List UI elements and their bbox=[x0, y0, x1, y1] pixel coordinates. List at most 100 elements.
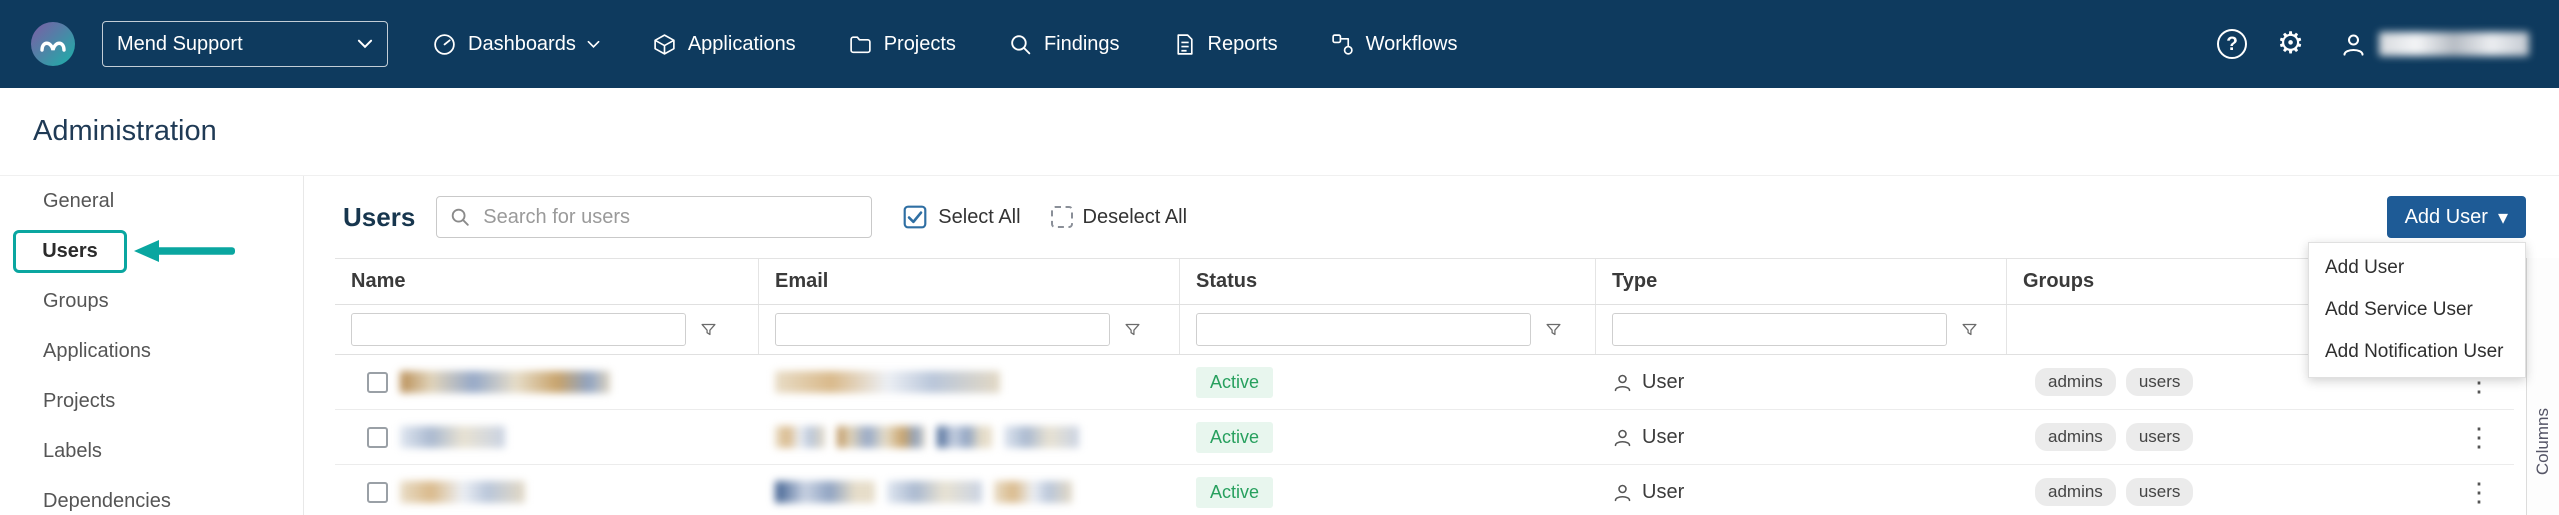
search-icon bbox=[449, 206, 471, 228]
sidebar-item-applications[interactable]: Applications bbox=[0, 326, 303, 376]
redacted-email bbox=[1004, 426, 1079, 448]
sidebar-item-label: Dependencies bbox=[43, 490, 171, 513]
nav-label: Dashboards bbox=[468, 33, 576, 56]
column-header-type[interactable]: Type bbox=[1596, 259, 2007, 304]
nav-item-dashboards[interactable]: Dashboards bbox=[432, 32, 600, 57]
filter-funnel-icon[interactable] bbox=[1961, 321, 1978, 338]
nav-item-workflows[interactable]: Workflows bbox=[1330, 32, 1458, 57]
select-all-label: Select All bbox=[938, 206, 1020, 229]
redacted-name bbox=[400, 481, 525, 503]
sidebar-item-label: Labels bbox=[43, 440, 102, 463]
nav-item-findings[interactable]: Findings bbox=[1008, 32, 1120, 57]
sidebar-item-general[interactable]: General bbox=[0, 176, 303, 226]
redacted-name bbox=[400, 371, 610, 393]
deselect-all-control[interactable]: Deselect All bbox=[1051, 206, 1188, 229]
nav-item-applications[interactable]: Applications bbox=[652, 32, 796, 57]
organization-name: Mend Support bbox=[117, 33, 243, 56]
redacted-username bbox=[2379, 32, 2529, 56]
column-header-status[interactable]: Status bbox=[1180, 259, 1596, 304]
user-type-icon bbox=[1612, 427, 1633, 448]
caret-down-icon: ▾ bbox=[2498, 205, 2508, 230]
workflow-icon bbox=[1330, 32, 1355, 57]
table-filter-row bbox=[335, 305, 2514, 355]
user-menu[interactable] bbox=[2340, 31, 2529, 58]
add-user-menu: Add User Add Service User Add Notificati… bbox=[2308, 242, 2526, 378]
filter-funnel-icon[interactable] bbox=[1124, 321, 1141, 338]
content-area: General Users Groups Applications Projec… bbox=[0, 176, 2559, 515]
email-filter-input[interactable] bbox=[775, 313, 1110, 346]
table-row: Active User admins users ⋮ bbox=[335, 355, 2514, 410]
users-table: Name Email Status Type Groups bbox=[335, 258, 2514, 515]
user-type-icon bbox=[1612, 372, 1633, 393]
nav-label: Findings bbox=[1044, 33, 1120, 56]
row-kebab-menu-icon[interactable]: ⋮ bbox=[2466, 479, 2492, 505]
sidebar-item-label: Projects bbox=[43, 390, 115, 413]
annotation-arrow-icon bbox=[132, 237, 237, 265]
menu-item-add-user[interactable]: Add User bbox=[2309, 247, 2525, 289]
type-filter-input[interactable] bbox=[1612, 313, 1947, 346]
sidebar-item-label: Groups bbox=[43, 290, 109, 313]
status-filter-input[interactable] bbox=[1196, 313, 1531, 346]
menu-item-add-notification-user[interactable]: Add Notification User bbox=[2309, 331, 2525, 373]
sidebar-item-groups[interactable]: Groups bbox=[0, 276, 303, 326]
admin-sidebar: General Users Groups Applications Projec… bbox=[0, 176, 304, 515]
group-badge: users bbox=[2126, 478, 2194, 506]
redacted-email bbox=[887, 481, 982, 503]
column-header-email[interactable]: Email bbox=[759, 259, 1180, 304]
nav-item-reports[interactable]: Reports bbox=[1172, 32, 1278, 57]
users-toolbar: Users Select All Deselect All bbox=[304, 176, 2559, 258]
organization-selector[interactable]: Mend Support bbox=[102, 21, 388, 67]
name-filter-input[interactable] bbox=[351, 313, 686, 346]
redacted-email bbox=[937, 426, 992, 448]
row-checkbox[interactable] bbox=[367, 427, 388, 448]
user-type-label: User bbox=[1642, 426, 1684, 449]
status-badge: Active bbox=[1196, 477, 1273, 508]
redacted-email bbox=[775, 481, 875, 503]
search-input[interactable] bbox=[436, 196, 872, 238]
help-icon[interactable]: ? bbox=[2217, 29, 2247, 59]
person-icon bbox=[2340, 31, 2367, 58]
sidebar-item-label: General bbox=[43, 190, 114, 213]
group-badge: users bbox=[2126, 368, 2194, 396]
settings-gear-icon[interactable]: ⚙ bbox=[2277, 29, 2304, 59]
cube-icon bbox=[652, 32, 677, 57]
row-kebab-menu-icon[interactable]: ⋮ bbox=[2466, 424, 2492, 450]
users-panel: Users Select All Deselect All bbox=[304, 176, 2559, 515]
status-badge: Active bbox=[1196, 367, 1273, 398]
redacted-email bbox=[837, 426, 925, 448]
filter-funnel-icon[interactable] bbox=[700, 321, 717, 338]
sidebar-item-labels[interactable]: Labels bbox=[0, 426, 303, 476]
nav-label: Reports bbox=[1208, 33, 1278, 56]
app-window: Mend Support Dashboards Applications Pro… bbox=[0, 0, 2559, 515]
group-badge: admins bbox=[2035, 368, 2116, 396]
nav-label: Projects bbox=[884, 33, 956, 56]
group-badge: admins bbox=[2035, 423, 2116, 451]
user-type-icon bbox=[1612, 482, 1633, 503]
row-checkbox[interactable] bbox=[367, 482, 388, 503]
sidebar-item-dependencies[interactable]: Dependencies bbox=[0, 476, 303, 515]
user-search bbox=[436, 196, 872, 238]
add-user-button-label: Add User bbox=[2405, 206, 2488, 229]
primary-nav: Dashboards Applications Projects Finding… bbox=[432, 32, 1457, 57]
add-user-button[interactable]: Add User ▾ bbox=[2387, 196, 2526, 238]
column-header-name[interactable]: Name bbox=[335, 259, 759, 304]
table-row: Active User admins users ⋮ bbox=[335, 465, 2514, 515]
row-checkbox[interactable] bbox=[367, 372, 388, 393]
select-all-control[interactable]: Select All bbox=[902, 204, 1020, 230]
columns-panel-tab[interactable]: Columns bbox=[2533, 408, 2553, 475]
redacted-email bbox=[994, 481, 1072, 503]
page-header: Administration bbox=[0, 88, 2559, 176]
sidebar-item-projects[interactable]: Projects bbox=[0, 376, 303, 426]
user-type-label: User bbox=[1642, 481, 1684, 504]
group-badge: users bbox=[2126, 423, 2194, 451]
nav-label: Applications bbox=[688, 33, 796, 56]
redacted-email bbox=[775, 426, 825, 448]
redacted-name bbox=[400, 426, 505, 448]
sidebar-item-label: Users bbox=[42, 240, 98, 262]
chevron-down-icon bbox=[357, 39, 373, 49]
deselect-all-label: Deselect All bbox=[1083, 206, 1188, 229]
section-title: Users bbox=[343, 202, 415, 233]
filter-funnel-icon[interactable] bbox=[1545, 321, 1562, 338]
menu-item-add-service-user[interactable]: Add Service User bbox=[2309, 289, 2525, 331]
nav-item-projects[interactable]: Projects bbox=[848, 32, 956, 57]
